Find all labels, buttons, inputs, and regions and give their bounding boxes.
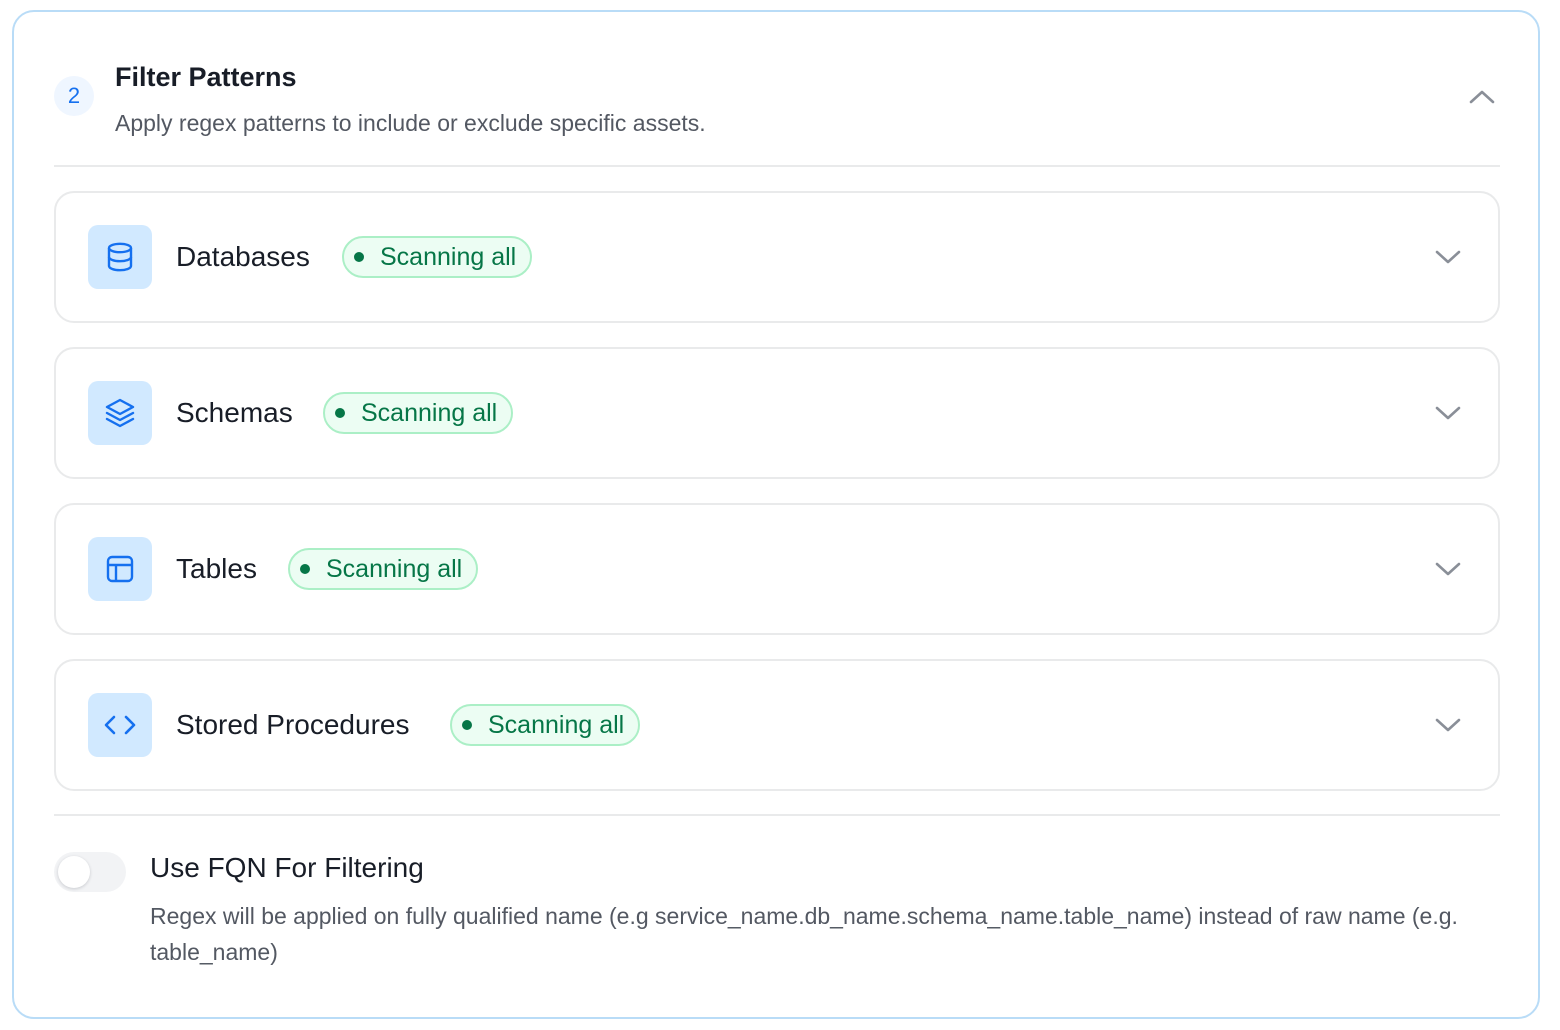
chevron-down-icon <box>1435 562 1461 576</box>
table-icon <box>106 555 134 583</box>
status-badge: Scanning all <box>342 236 533 278</box>
fqn-description: Regex will be applied on fully qualified… <box>150 903 1458 965</box>
chevron-down-icon <box>1435 250 1461 264</box>
status-text: Scanning all <box>380 242 517 271</box>
status-badge: Scanning all <box>450 704 641 746</box>
fqn-title: Use FQN For Filtering <box>150 852 424 883</box>
status-dot-icon <box>354 252 364 262</box>
section-subtitle: Apply regex patterns to include or exclu… <box>115 110 706 136</box>
expand-button[interactable] <box>1430 553 1466 585</box>
expand-button[interactable] <box>1430 241 1466 273</box>
section-divider <box>54 814 1500 816</box>
use-fqn-toggle[interactable] <box>54 852 126 892</box>
code-icon <box>104 715 136 735</box>
filter-icon-container <box>88 225 152 289</box>
status-dot-icon <box>300 564 310 574</box>
layers-icon <box>105 398 135 428</box>
filter-card-tables[interactable]: Tables Scanning all <box>54 503 1500 635</box>
filter-card-schemas[interactable]: Schemas Scanning all <box>54 347 1500 479</box>
filter-card-stored-procedures[interactable]: Stored Procedures Scanning all <box>54 659 1500 791</box>
filter-label: Schemas <box>176 397 293 428</box>
chevron-up-icon <box>1469 90 1495 104</box>
chevron-down-icon <box>1435 406 1461 420</box>
status-text: Scanning all <box>488 710 625 739</box>
status-dot-icon <box>335 408 345 418</box>
collapse-section-button[interactable] <box>1464 82 1500 112</box>
filter-card-databases[interactable]: Databases Scanning all <box>54 191 1500 323</box>
expand-button[interactable] <box>1430 397 1466 429</box>
toggle-knob <box>58 856 90 888</box>
status-text: Scanning all <box>326 554 463 583</box>
filter-icon-container <box>88 693 152 757</box>
filter-label: Tables <box>176 553 257 584</box>
filter-icon-container <box>88 381 152 445</box>
chevron-down-icon <box>1435 718 1461 732</box>
status-dot-icon <box>462 720 472 730</box>
section-header[interactable]: 2 Filter Patterns Apply regex patterns t… <box>54 12 1500 167</box>
filter-label: Stored Procedures <box>176 709 410 740</box>
database-icon <box>107 242 133 272</box>
status-badge: Scanning all <box>323 392 514 434</box>
step-number-badge: 2 <box>54 76 94 116</box>
section-title: Filter Patterns <box>115 62 297 92</box>
filter-label: Databases <box>176 241 310 272</box>
status-badge: Scanning all <box>288 548 479 590</box>
filter-icon-container <box>88 537 152 601</box>
filter-patterns-panel: 2 Filter Patterns Apply regex patterns t… <box>12 10 1540 1019</box>
expand-button[interactable] <box>1430 709 1466 741</box>
status-text: Scanning all <box>361 398 498 427</box>
